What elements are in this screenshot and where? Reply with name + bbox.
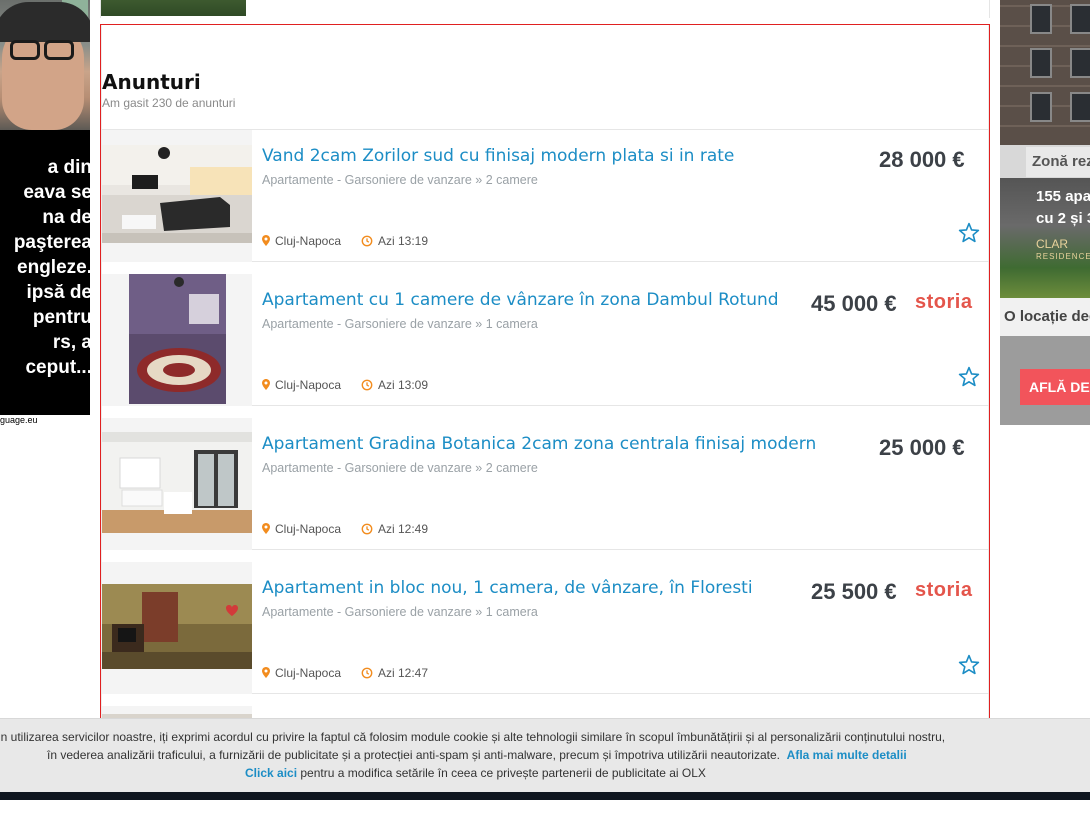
listing-category: Apartamente - Garsoniere de vanzare » 2 …	[262, 461, 538, 475]
history-clock-icon	[361, 379, 373, 391]
listing-location: Cluj-Napoca	[262, 666, 341, 680]
location-pin-icon	[262, 667, 270, 678]
listing-category: Apartamente - Garsoniere de vanzare » 1 …	[262, 317, 538, 331]
storia-logo: storia	[915, 579, 973, 601]
ad-building-image	[1000, 0, 1090, 145]
ad-text: a din eava se na de paşterea engleze. ip…	[13, 157, 90, 378]
listing-row[interactable]: Apartament cu 1 camere de vânzare în zon…	[102, 274, 989, 406]
listing-row[interactable]: Apartament in bloc nou, 1 camera, de vân…	[102, 562, 989, 694]
listing-time: Azi 12:47	[361, 666, 428, 680]
cookie-text-line-3: Click aici pentru a modifica setările în…	[245, 766, 706, 780]
previous-listing-strip	[100, 0, 990, 18]
page-title: Anunturi	[102, 70, 201, 94]
ad-zone-label: Zonă rez	[1026, 147, 1090, 177]
storia-logo: storia	[915, 291, 973, 313]
left-advertisement[interactable]: a din eava se na de paşterea engleze. ip…	[0, 0, 90, 415]
ad-caption: guage.eu	[0, 415, 38, 425]
cookie-consent-bar: rin utilizarea servicilor noastre, iți e…	[0, 718, 1090, 792]
listing-price: 25 500 €	[811, 579, 897, 604]
listing-thumbnail[interactable]	[102, 130, 252, 262]
listing-location: Cluj-Napoca	[262, 378, 341, 392]
results-count: Am gasit 230 de anunturi	[102, 96, 236, 110]
listing-row[interactable]: Vand 2cam Zorilor sud cu finisaj modern …	[102, 130, 989, 262]
history-clock-icon	[361, 523, 373, 535]
listing-thumbnail[interactable]	[102, 562, 252, 694]
right-advertisement[interactable]: Zonă rez 155 apa cu 2 și 3 CLAR RESIDENC…	[1000, 0, 1090, 425]
listing-thumbnail[interactable]	[102, 418, 252, 550]
ad-apartments-text: 155 apa cu 2 și 3	[1036, 188, 1090, 227]
ad-cta-button[interactable]: AFLĂ DE	[1020, 369, 1090, 405]
ad-photo	[0, 0, 90, 130]
listing-time: Azi 13:09	[361, 378, 428, 392]
listing-location: Cluj-Napoca	[262, 522, 341, 536]
listing-category: Apartamente - Garsoniere de vanzare » 2 …	[262, 173, 538, 187]
ad-brand-logo: CLAR	[1036, 237, 1069, 251]
listing-row[interactable]: Apartament Gradina Botanica 2cam zona ce…	[102, 418, 989, 550]
listing-location: Cluj-Napoca	[262, 234, 341, 248]
star-outline-icon[interactable]	[957, 365, 981, 389]
cookie-text-line-1: rin utilizarea servicilor noastre, iți e…	[0, 730, 946, 744]
listing-title-link[interactable]: Vand 2cam Zorilor sud cu finisaj modern …	[262, 146, 734, 166]
listing-time: Azi 12:49	[361, 522, 428, 536]
listing-price: 25 000 €	[879, 435, 965, 460]
listing-category: Apartamente - Garsoniere de vanzare » 1 …	[262, 605, 538, 619]
location-pin-icon	[262, 235, 270, 246]
listing-title-link[interactable]: Apartament cu 1 camere de vânzare în zon…	[262, 290, 779, 310]
star-outline-icon[interactable]	[957, 653, 981, 677]
listings-section: Anunturi Am gasit 230 de anunturi Vand 2…	[100, 24, 990, 800]
listing-price: 28 000 €	[879, 147, 965, 172]
bottom-bar	[0, 792, 1090, 800]
click-here-link[interactable]: Click aici	[245, 766, 297, 780]
more-details-link[interactable]: Afla mai multe detalii	[787, 748, 907, 762]
listing-title-link[interactable]: Apartament Gradina Botanica 2cam zona ce…	[262, 434, 816, 454]
listing-price: 45 000 €	[811, 291, 897, 316]
listing-title-link[interactable]: Apartament in bloc nou, 1 camera, de vân…	[262, 578, 753, 598]
location-pin-icon	[262, 379, 270, 390]
star-outline-icon[interactable]	[957, 221, 981, 245]
history-clock-icon	[361, 235, 373, 247]
previous-thumbnail	[101, 0, 246, 16]
ad-brand-sub: RESIDENCE	[1036, 252, 1090, 261]
location-pin-icon	[262, 523, 270, 534]
ad-location-text: O locație dec	[1000, 298, 1090, 336]
history-clock-icon	[361, 667, 373, 679]
cookie-text-line-2: în vederea analizării traficului, a furn…	[47, 748, 907, 762]
listing-thumbnail[interactable]	[102, 274, 252, 406]
listing-time: Azi 13:19	[361, 234, 428, 248]
